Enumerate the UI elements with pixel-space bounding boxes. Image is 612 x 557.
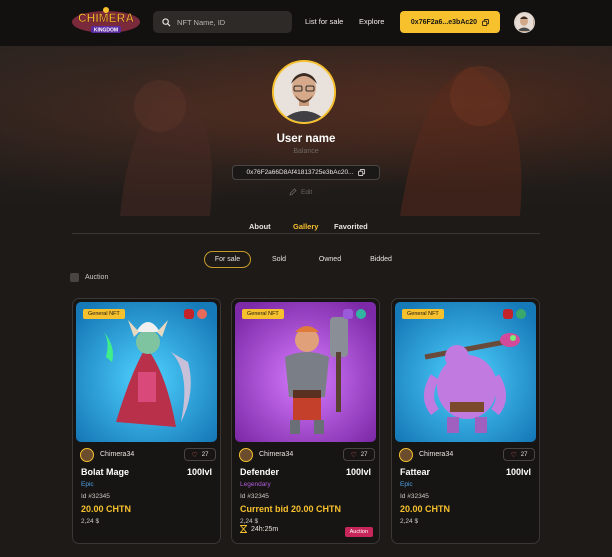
nft-level: 100lvl [505,467,531,477]
copy-icon[interactable] [358,169,366,176]
filter-sold[interactable]: Sold [262,251,296,268]
nft-rarity: Epic [400,481,413,488]
nft-category-badge: General NFT [402,309,444,319]
nft-artwork: General NFT [235,302,376,442]
nft-id: Id #32345 [400,493,429,500]
edit-label: Edit [301,188,313,196]
filter-bidded[interactable]: Bidded [364,251,398,268]
tab-about[interactable]: About [249,222,271,231]
hourglass-icon [240,525,247,533]
fire-element-icon [184,309,194,319]
profile-avatar [272,60,336,124]
heart-icon: ♡ [191,451,198,459]
nft-rarity: Legendary [240,481,271,488]
nft-name: Bolat Mage [81,467,130,477]
nft-price: 20.00 CHTN [81,504,132,514]
owner-avatar [239,447,253,462]
nft-name: Defender [240,467,280,477]
robot-element-icon [343,309,353,319]
nft-card[interactable]: General NFT Chimera34 ♡ 27 Fattear 100lv… [391,298,540,544]
owner-avatar [399,447,413,462]
profile-username: User name [276,133,336,145]
search-bar[interactable] [153,11,292,33]
like-count: 27 [360,451,368,458]
leaf-element-icon [516,309,526,319]
chimera-kingdom-logo[interactable]: CHIMERA KINGDOM [70,6,142,38]
owner-row: Chimera34 ♡ 27 [399,447,535,462]
owner-row: Chimera34 ♡ 27 [239,447,375,462]
like-count: 27 [201,451,209,458]
owner-row: Chimera34 ♡ 27 [80,447,216,462]
nav-explore[interactable]: Explore [359,17,384,26]
owner-name[interactable]: Chimera34 [259,451,293,458]
nft-price-usd: 2,24 $ [240,518,259,525]
nft-artwork: General NFT [395,302,536,442]
auction-badge: Auction [344,527,373,537]
wallet-address: 0x76F2a6...e3bAc20 [410,18,478,26]
wallet-button[interactable]: 0x76F2a6...e3bAc20 [400,11,500,33]
nft-name: Fattear [400,467,431,477]
svg-text:CHIMERA: CHIMERA [78,11,134,25]
owner-name[interactable]: Chimera34 [100,451,134,458]
edit-profile-button[interactable]: Edit [289,188,312,196]
profile-balance: Balance [293,148,319,155]
owner-name[interactable]: Chimera34 [419,451,453,458]
nft-id: Id #32345 [81,493,110,500]
like-button[interactable]: ♡ 27 [503,448,535,461]
copy-icon[interactable] [482,18,490,26]
nft-id: Id #32345 [240,493,269,500]
nft-level: 100lvl [345,467,371,477]
like-count: 27 [520,451,528,458]
nft-artwork: General NFT [76,302,217,442]
filter-for-sale[interactable]: For sale [204,251,251,268]
auction-checkbox[interactable] [70,273,79,282]
fire-element-icon [503,309,513,319]
wallet-address-full: 0x76F2a66D8Af41813725e3bAc20... [246,169,354,176]
flame-element-icon [197,309,207,319]
nft-card[interactable]: General NFT Chimera34 ♡ 27 Defender 100l… [231,298,380,544]
nft-category-badge: General NFT [83,309,125,319]
pencil-icon [289,188,297,196]
nft-rarity: Epic [81,481,94,488]
auction-timer: 24h:25m [240,525,278,533]
tabs-divider [72,233,540,234]
heart-icon: ♡ [510,451,517,459]
gear-element-icon [356,309,366,319]
svg-text:KINGDOM: KINGDOM [94,28,118,34]
user-avatar[interactable] [514,12,535,33]
nft-level: 100lvl [186,467,212,477]
nft-current-bid: Current bid 20.00 CHTN [240,504,342,514]
heart-icon: ♡ [350,451,357,459]
nav-list-for-sale[interactable]: List for sale [305,17,343,26]
owner-avatar [80,447,94,462]
search-input[interactable] [177,17,287,27]
auction-time-left: 24h:25m [251,525,279,533]
like-button[interactable]: ♡ 27 [343,448,375,461]
auction-checkbox-label: Auction [85,274,109,281]
wallet-address-pill[interactable]: 0x76F2a66D8Af41813725e3bAc20... [232,165,380,180]
top-header: CHIMERA KINGDOM List for sale Explore 0x… [0,0,612,46]
filter-owned[interactable]: Owned [312,251,348,268]
tab-gallery[interactable]: Gallery [293,222,318,231]
tab-favorited[interactable]: Favorited [334,222,368,231]
nft-category-badge: General NFT [242,309,284,319]
nft-price-usd: 2,24 $ [400,518,419,525]
nft-card[interactable]: General NFT Chimera34 ♡ 27 Bolat Mage 10… [72,298,221,544]
nft-price-usd: 2,24 $ [81,518,100,525]
like-button[interactable]: ♡ 27 [184,448,216,461]
search-icon [162,17,171,27]
nft-price: 20.00 CHTN [400,504,451,514]
